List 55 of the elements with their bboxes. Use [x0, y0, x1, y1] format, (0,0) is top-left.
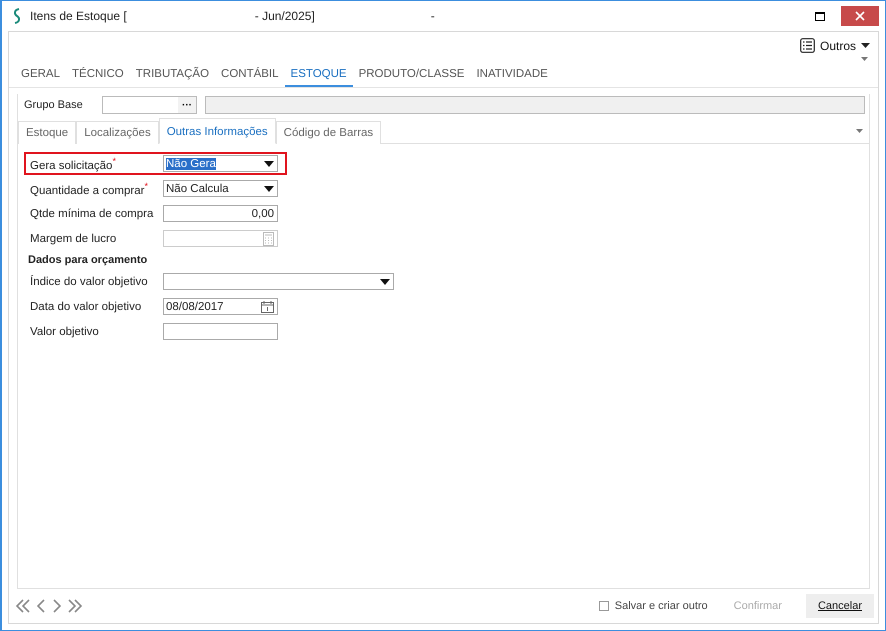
date-field[interactable]: 08/08/2017 — [163, 298, 278, 315]
tab[interactable]: TRIBUTAÇÃO — [130, 63, 216, 87]
close-icon — [855, 11, 865, 21]
field-label: Gera solicitação — [30, 159, 112, 172]
window-title: - Jun/2025] — [254, 9, 315, 23]
tab[interactable]: ESTOQUE — [284, 63, 353, 87]
section-heading: Dados para orçamento — [28, 253, 148, 268]
dropdown[interactable]: Não Calcula — [163, 180, 278, 197]
app-logo-icon — [12, 8, 22, 24]
window-title: Itens de Estoque [ — [30, 9, 127, 23]
input-field[interactable]: 0,00 — [163, 205, 278, 222]
scroll-down-icon[interactable] — [861, 57, 868, 61]
tab[interactable]: Localizações — [76, 121, 159, 144]
dropdown[interactable]: Não Gera — [163, 155, 278, 172]
input-field[interactable] — [163, 323, 278, 340]
close-button[interactable] — [841, 6, 879, 26]
last-record-icon[interactable] — [67, 599, 83, 613]
dropdown-arrow-icon — [264, 186, 274, 192]
calculator-icon[interactable] — [263, 232, 274, 246]
tab[interactable]: CONTÁBIL — [215, 63, 285, 87]
checkbox[interactable] — [598, 601, 609, 611]
next-record-icon[interactable] — [52, 599, 61, 613]
browse-button[interactable]: ··· — [178, 97, 196, 113]
cancel-button[interactable]: Cancelar — [806, 594, 874, 618]
caret-icon — [861, 42, 870, 48]
dropdown[interactable] — [163, 273, 394, 290]
field-label: Valor objetivo — [30, 326, 99, 338]
window-title: - — [430, 9, 435, 23]
tab[interactable]: TÉCNICO — [66, 63, 130, 87]
dropdown-arrow-icon — [264, 160, 274, 166]
field-label: Grupo Base — [24, 99, 84, 111]
tab[interactable]: INATIVIDADE — [470, 63, 554, 87]
tab[interactable]: Código de Barras — [276, 121, 382, 144]
tab[interactable]: PRODUTO/CLASSE — [352, 63, 470, 87]
calendar-icon[interactable] — [261, 300, 274, 312]
list-icon — [800, 38, 815, 53]
first-record-icon[interactable] — [15, 599, 31, 613]
dropdown-arrow-icon — [380, 278, 390, 284]
input-field[interactable]: ··· — [102, 96, 197, 114]
tab[interactable]: Estoque — [18, 121, 76, 144]
field-label: Qtde mínima de compra — [30, 208, 154, 220]
field-label: Quantidade a comprar — [30, 184, 144, 196]
field-label: Data do valor objetivo — [30, 300, 142, 312]
tab[interactable]: Outras Informações — [158, 118, 276, 144]
maximize-icon — [815, 12, 825, 20]
scroll-down-icon[interactable] — [856, 128, 863, 132]
checkbox-label[interactable]: Salvar e criar outro — [614, 600, 708, 612]
field-label: Índice do valor objetivo — [30, 276, 148, 288]
input-field[interactable] — [163, 230, 278, 247]
field-label: Margem de lucro — [30, 232, 116, 244]
required-mark: * — [144, 180, 148, 191]
tab[interactable]: GERAL — [15, 63, 66, 87]
required-mark: * — [112, 156, 116, 166]
previous-record-icon[interactable] — [37, 599, 46, 613]
others-menu-button[interactable]: Outros — [798, 36, 872, 55]
